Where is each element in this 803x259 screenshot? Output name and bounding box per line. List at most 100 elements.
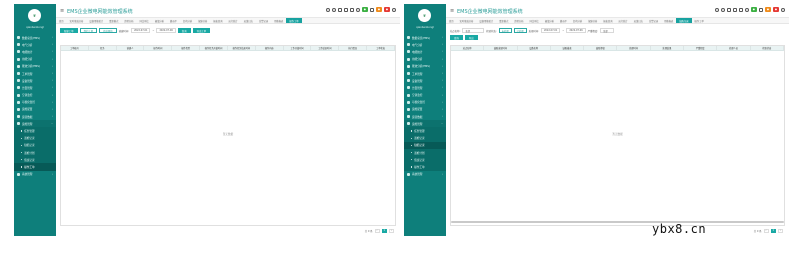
message-icon[interactable] bbox=[758, 7, 763, 12]
refresh-icon[interactable] bbox=[337, 7, 342, 12]
sidebar-item[interactable]: 缺陷记录 bbox=[14, 141, 56, 149]
page-tab[interactable]: 告警记录 bbox=[646, 19, 661, 23]
sidebar-item[interactable]: 空调监控 › bbox=[404, 92, 446, 99]
column-header[interactable]: 工作结束时间 bbox=[311, 46, 340, 50]
new-order-button[interactable]: 新建工单 bbox=[60, 28, 78, 33]
column-header[interactable]: 检修状态 bbox=[751, 46, 784, 50]
page-tab[interactable]: 峰谷平 bbox=[557, 19, 570, 23]
page-tab[interactable]: 告警记录 bbox=[256, 19, 271, 23]
search-icon[interactable] bbox=[720, 7, 725, 12]
page-tab[interactable]: 运行统计 bbox=[226, 19, 241, 23]
sidebar-item[interactable]: 巡检记录 bbox=[14, 134, 56, 142]
my-orders-button[interactable]: 我的工单 bbox=[79, 28, 98, 33]
export-button[interactable]: 导出工单 bbox=[192, 28, 211, 33]
status-badge-green[interactable]: ● bbox=[750, 7, 757, 12]
date-from-input[interactable]: 2022-07-01 bbox=[131, 28, 151, 33]
page-tab[interactable]: 用能报表 bbox=[661, 19, 676, 23]
column-header[interactable]: 站点名称 bbox=[451, 46, 485, 50]
column-header[interactable]: 缺陷描述 bbox=[551, 46, 585, 50]
page-tab[interactable]: 设备用能统计 bbox=[476, 19, 496, 23]
next-page-icon[interactable]: › bbox=[389, 228, 394, 233]
sidebar-item[interactable]: 运维管理 ⌄ bbox=[14, 120, 56, 128]
page-tab[interactable]: 故障分析 bbox=[585, 19, 600, 23]
page-tab[interactable]: 负荷分析 bbox=[180, 19, 195, 23]
help-icon[interactable] bbox=[714, 7, 719, 12]
search-icon[interactable] bbox=[331, 7, 336, 12]
sidebar-item[interactable]: 用能分析 › bbox=[14, 56, 56, 63]
sidebar-item[interactable]: 工单管理 › bbox=[14, 70, 56, 77]
message-icon[interactable] bbox=[369, 7, 374, 12]
help-icon[interactable] bbox=[325, 7, 330, 12]
sidebar-item[interactable]: 告警管理 › bbox=[14, 84, 56, 91]
column-header[interactable]: 执行情况 bbox=[339, 46, 368, 50]
page-tab[interactable]: 极值分析 bbox=[152, 19, 167, 23]
page-tab[interactable]: 趋势分析 bbox=[121, 19, 136, 23]
prev-page-icon[interactable]: ‹ bbox=[763, 228, 769, 233]
column-header[interactable]: 设备名称 bbox=[518, 46, 551, 50]
page-tab[interactable]: 同比环比 bbox=[527, 19, 542, 23]
next-page-icon[interactable]: › bbox=[778, 228, 783, 233]
page-tab[interactable]: 缺陷记录 bbox=[676, 18, 692, 23]
sidebar-item[interactable]: 巡检记录 bbox=[404, 134, 446, 142]
sidebar-item[interactable]: 巡检计划 bbox=[14, 149, 56, 157]
sidebar-item[interactable]: 运维配置 › bbox=[14, 106, 56, 113]
column-header[interactable]: 工单状态 bbox=[367, 46, 395, 50]
sidebar-item[interactable]: 电气分析 › bbox=[14, 41, 56, 48]
page-tab[interactable]: 极值分析 bbox=[542, 19, 557, 23]
prev-page-icon[interactable]: ‹ bbox=[374, 228, 380, 233]
sidebar-item[interactable]: 任务管理 bbox=[14, 127, 56, 135]
menu-toggle-icon[interactable]: ≡ bbox=[60, 8, 64, 14]
page-tab[interactable]: 运维日志 bbox=[241, 19, 256, 23]
sidebar-item[interactable]: 巡检计划 bbox=[404, 149, 446, 157]
page-tab[interactable]: 操作工单 bbox=[692, 19, 707, 23]
status-badge-green[interactable]: ● bbox=[361, 7, 368, 12]
page-tab[interactable]: 报表查询 bbox=[210, 19, 225, 23]
column-header[interactable]: 操作内容 bbox=[256, 46, 284, 50]
sidebar-item[interactable]: 空调监控 › bbox=[14, 92, 56, 99]
sidebar-item[interactable]: 值班记录 bbox=[404, 156, 446, 164]
horizontal-scrollbar[interactable] bbox=[451, 221, 784, 223]
status-badge-red[interactable]: ● bbox=[772, 7, 779, 12]
export-button[interactable]: 导出 bbox=[464, 35, 478, 40]
sidebar-item[interactable]: 能效分析(EMS) › bbox=[404, 63, 446, 70]
sidebar-item[interactable]: 任务管理 bbox=[404, 127, 446, 135]
column-header[interactable]: 操作类型 bbox=[172, 46, 201, 50]
menu-toggle-icon[interactable]: ≡ bbox=[450, 8, 454, 14]
column-header[interactable]: 处理时间 bbox=[617, 46, 651, 50]
user-avatar-icon[interactable] bbox=[392, 7, 396, 12]
page-tab[interactable]: 首页 bbox=[56, 19, 67, 23]
page-number[interactable]: 1 bbox=[770, 228, 777, 233]
bell-icon[interactable] bbox=[355, 7, 360, 12]
page-tab[interactable]: 用能报表 bbox=[271, 19, 286, 23]
sidebar-item[interactable]: 数据总览(EMS) › bbox=[14, 34, 56, 41]
column-header[interactable]: 任务 bbox=[89, 46, 117, 50]
sidebar-item[interactable]: 可视化监控 › bbox=[14, 99, 56, 106]
column-header[interactable]: 操作任务结束时间 bbox=[228, 46, 256, 50]
column-header[interactable]: 严重程度 bbox=[684, 46, 718, 50]
sidebar-item[interactable]: 告警管理 › bbox=[404, 84, 446, 91]
todo-orders-button[interactable]: 待处理的 bbox=[99, 28, 117, 33]
search-button[interactable]: 查询 bbox=[177, 28, 191, 33]
page-tab[interactable]: 同比环比 bbox=[137, 19, 152, 23]
date-to-input[interactable]: 2022-07-06 bbox=[156, 28, 176, 33]
column-header[interactable]: 缺陷等级 bbox=[584, 46, 618, 50]
fullscreen-icon[interactable] bbox=[343, 7, 348, 12]
page-number[interactable]: 1 bbox=[381, 228, 388, 233]
sidebar-item[interactable]: 电能统计 › bbox=[14, 48, 56, 55]
column-header[interactable]: 处理结果 bbox=[651, 46, 685, 50]
column-header[interactable]: 操作任务开始时间 bbox=[200, 46, 228, 50]
screen-icon[interactable] bbox=[349, 7, 354, 12]
column-header[interactable]: 缺陷发现时间 bbox=[484, 46, 518, 50]
page-tab[interactable]: 故障分析 bbox=[195, 19, 210, 23]
sidebar-item[interactable]: 运营数据 › bbox=[14, 113, 56, 120]
status-badge-orange[interactable]: ● bbox=[375, 7, 382, 12]
processed-checkbox[interactable]: 已处理 bbox=[513, 28, 527, 33]
sidebar-item[interactable]: 运维管理 ⌄ bbox=[404, 120, 446, 128]
sidebar-item[interactable]: 系统管理 › bbox=[14, 171, 56, 178]
date-to-input[interactable]: 2022-07-06 bbox=[566, 28, 586, 33]
sidebar-item[interactable]: 可视化监控 › bbox=[404, 99, 446, 106]
page-tab[interactable]: 运维日志 bbox=[631, 19, 646, 23]
page-tab[interactable]: 重复模式 bbox=[496, 19, 511, 23]
column-header[interactable]: 操作时间 bbox=[144, 46, 173, 50]
station-select[interactable]: 全部 bbox=[462, 28, 485, 33]
